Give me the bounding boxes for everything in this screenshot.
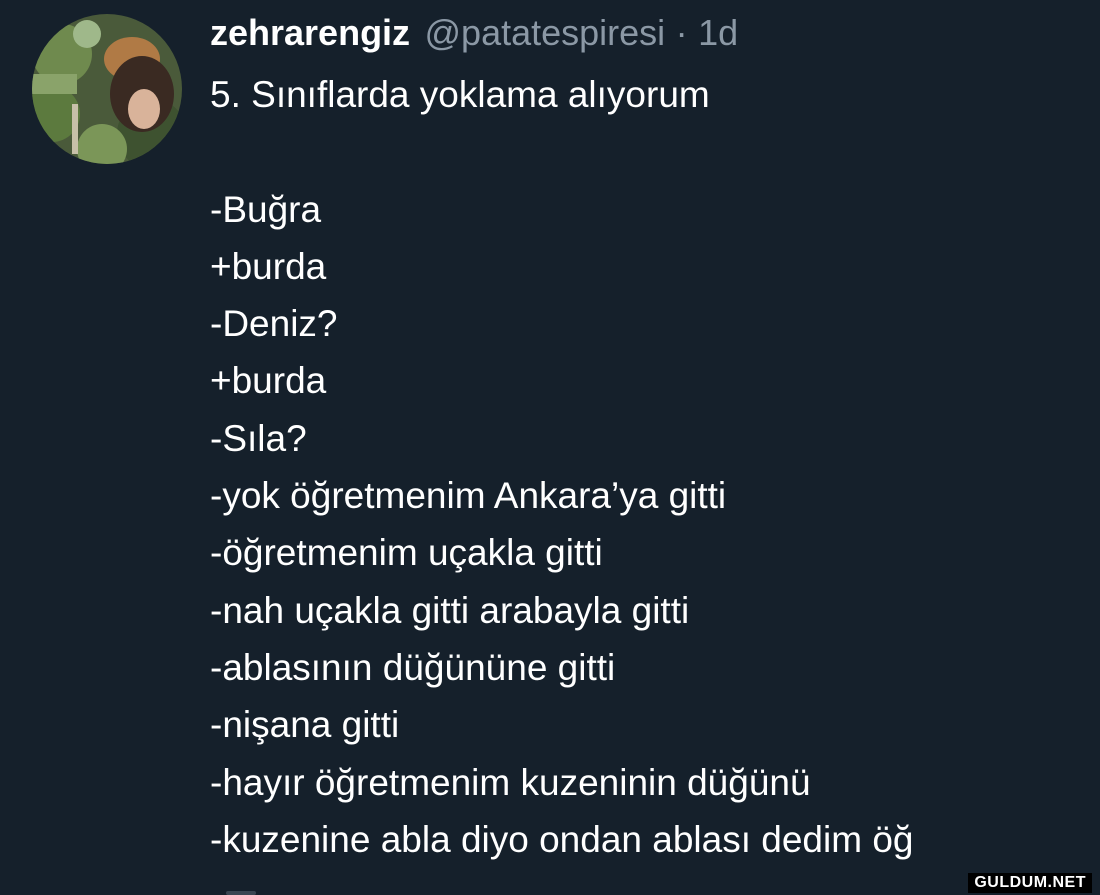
user-handle[interactable]: @patatespiresi (425, 12, 666, 53)
tweet-line: -nah uçakla gitti arabayla gitti (210, 589, 690, 631)
avatar-image (32, 14, 182, 164)
tweet-line: -nişana gitti (210, 704, 400, 746)
tweet: zehrarengiz @patatespiresi · 1d 5. Sınıf… (0, 0, 1100, 895)
separator-dot: · (675, 12, 688, 53)
tweet-line: -Deniz? (210, 303, 338, 345)
tweet-line: -yok öğretmenim Ankara’ya gitti (210, 475, 727, 517)
tweet-line: +burda (210, 245, 327, 287)
tweet-line: +burda (210, 360, 327, 402)
display-name[interactable]: zehrarengiz (210, 12, 410, 53)
tweet-line: -ablasının düğününe gitti (210, 646, 616, 688)
avatar[interactable] (32, 14, 182, 164)
tweet-line (210, 123, 1090, 180)
reply-icon-partial (226, 891, 256, 895)
tweet-line: -kuzenine abla diyo ondan ablası dedim ö… (210, 818, 914, 860)
tweet-line: -Sıla? (210, 417, 307, 459)
watermark-logo: GULDUM.NET (968, 873, 1092, 893)
tweet-line: 5. Sınıflarda yoklama alıyorum (210, 74, 710, 115)
timestamp[interactable]: 1d (698, 12, 738, 53)
tweet-line: -Buğra (210, 188, 322, 230)
tweet-line: -hayır öğretmenim kuzeninin düğünü (210, 761, 811, 803)
tweet-line: -öğretmenim uçakla gitti (210, 532, 603, 574)
tweet-text: 5. Sınıflarda yoklama alıyorum -Buğra +b… (210, 66, 1090, 868)
tweet-header: zehrarengiz @patatespiresi · 1d (210, 10, 738, 56)
